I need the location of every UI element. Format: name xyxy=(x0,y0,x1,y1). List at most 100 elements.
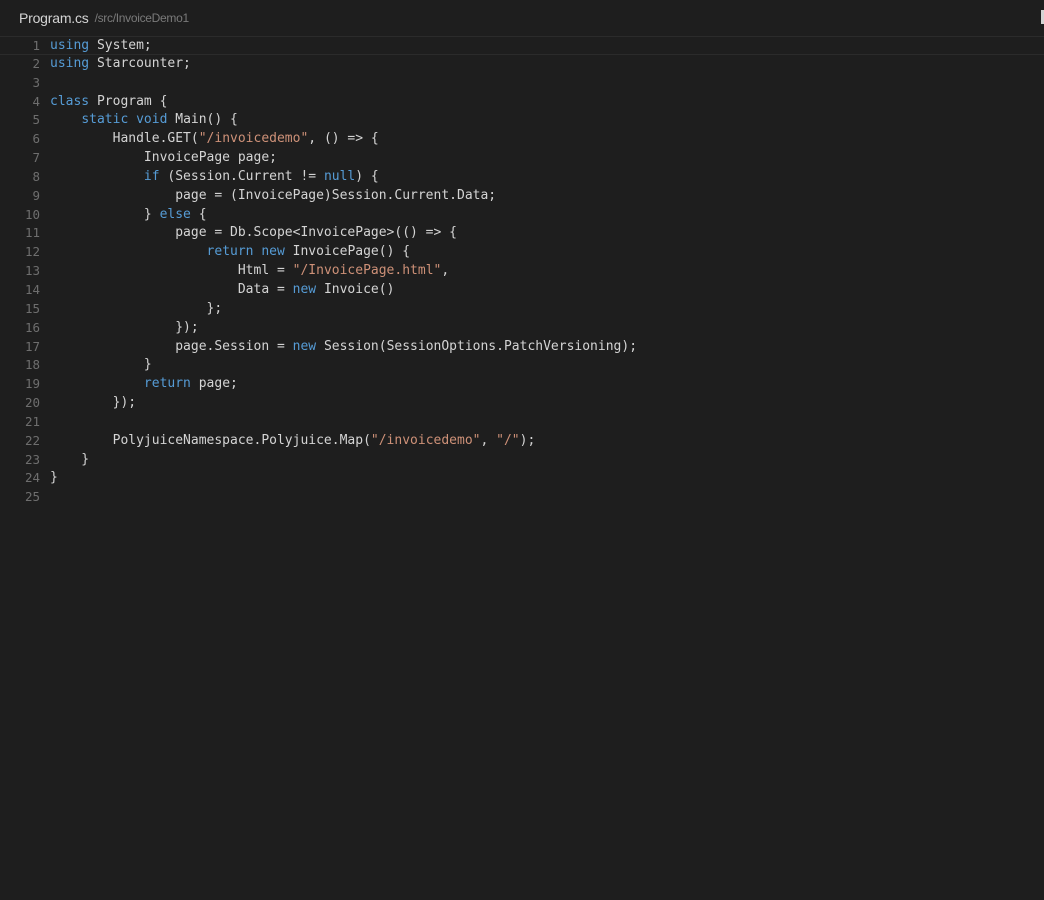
line-number: 14 xyxy=(24,281,40,297)
line-number: 9 xyxy=(32,187,40,203)
line-content: if (Session.Current != null) { xyxy=(40,168,379,187)
code-line[interactable]: 5 static void Main() { xyxy=(0,111,1044,130)
code-line[interactable]: 8 if (Session.Current != null) { xyxy=(0,168,1044,187)
line-number: 22 xyxy=(24,432,40,448)
line-number: 1 xyxy=(32,38,40,53)
keyword-token: using xyxy=(50,38,90,53)
code-line[interactable]: 3 xyxy=(0,74,1044,93)
line-content: page = (InvoicePage)Session.Current.Data… xyxy=(40,187,496,206)
code-token: page.Session = xyxy=(50,338,293,354)
code-line[interactable]: 22 PolyjuiceNamespace.Polyjuice.Map("/in… xyxy=(0,432,1044,451)
code-token: System; xyxy=(89,38,152,53)
line-number: 6 xyxy=(32,131,40,147)
line-content: Handle.GET("/invoicedemo", () => { xyxy=(40,130,379,149)
string-token: "/invoicedemo" xyxy=(370,432,481,448)
code-token: Starcounter; xyxy=(89,55,191,71)
code-token: Data = xyxy=(50,281,293,297)
code-line[interactable]: 25 xyxy=(0,488,1044,507)
code-token: }); xyxy=(50,319,199,335)
keyword-token: new xyxy=(292,338,317,354)
line-content: Data = new Invoice() xyxy=(40,281,395,300)
keyword-token: if xyxy=(143,168,160,184)
line-content: } xyxy=(40,469,58,488)
line-content: page = Db.Scope<InvoicePage>(() => { xyxy=(40,224,457,243)
code-token: } xyxy=(50,451,90,467)
line-content: }; xyxy=(40,300,223,319)
code-line[interactable]: 18 } xyxy=(0,356,1044,375)
line-number: 12 xyxy=(24,244,40,260)
code-line[interactable]: 14 Data = new Invoice() xyxy=(0,281,1044,300)
line-number: 21 xyxy=(24,413,40,429)
keyword-token: static xyxy=(81,112,129,128)
line-number: 5 xyxy=(32,112,40,128)
keyword-token: using xyxy=(50,55,90,71)
code-token: Invoice() xyxy=(316,281,395,297)
code-line[interactable]: 24} xyxy=(0,469,1044,488)
code-token: page = Db.Scope<InvoicePage>(() => { xyxy=(50,225,457,241)
code-token: , () => { xyxy=(308,131,379,147)
code-line[interactable]: 6 Handle.GET("/invoicedemo", () => { xyxy=(0,130,1044,149)
line-number: 17 xyxy=(24,338,40,354)
line-number: 16 xyxy=(24,319,40,335)
line-content: } xyxy=(40,451,89,470)
keyword-token: class xyxy=(50,93,90,109)
code-token: }); xyxy=(50,395,137,411)
code-line[interactable]: 21 xyxy=(0,413,1044,432)
line-number: 15 xyxy=(24,300,40,316)
keyword-token: return xyxy=(206,244,254,260)
line-number: 3 xyxy=(32,74,40,90)
code-token: , xyxy=(480,432,497,448)
line-number: 25 xyxy=(24,489,40,505)
line-content: page.Session = new Session(SessionOption… xyxy=(40,338,637,357)
code-token: Main() { xyxy=(167,112,238,128)
keyword-token: new xyxy=(261,244,285,260)
line-content: }); xyxy=(40,394,136,413)
line-number: 23 xyxy=(24,451,40,467)
code-line[interactable]: 17 page.Session = new Session(SessionOpt… xyxy=(0,338,1044,357)
line-number: 4 xyxy=(32,93,40,109)
code-line[interactable]: 9 page = (InvoicePage)Session.Current.Da… xyxy=(0,187,1044,206)
line-content: return page; xyxy=(40,375,238,394)
string-token: "/" xyxy=(496,432,520,448)
line-number: 18 xyxy=(24,357,40,373)
code-token: } xyxy=(50,206,160,222)
code-line[interactable]: 15 }; xyxy=(0,300,1044,319)
line-content: static void Main() { xyxy=(40,111,238,130)
code-line[interactable]: 16 }); xyxy=(0,319,1044,338)
line-content: }); xyxy=(40,319,199,338)
keyword-token: void xyxy=(136,112,168,128)
code-token: , xyxy=(441,263,450,279)
code-line[interactable]: 13 Html = "/InvoicePage.html", xyxy=(0,262,1044,281)
line-number: 24 xyxy=(24,470,40,486)
code-token: } xyxy=(50,470,58,486)
code-token: InvoicePage page; xyxy=(50,150,277,166)
code-token: PolyjuiceNamespace.Polyjuice.Map( xyxy=(50,432,371,448)
code-line[interactable]: 2 using Starcounter; xyxy=(0,55,1044,74)
code-area[interactable]: 1 using System; 2 using Starcounter; 3 4 class… xyxy=(0,36,1044,507)
code-token: Session(SessionOptions.PatchVersioning); xyxy=(316,338,638,354)
line-content: class Program { xyxy=(40,93,167,112)
code-line[interactable]: 4 class Program { xyxy=(0,93,1044,112)
code-token: Handle.GET( xyxy=(50,131,199,147)
code-token: }; xyxy=(50,300,223,316)
code-line[interactable]: 10 } else { xyxy=(0,206,1044,225)
editor-title-bar: Program.cs /src/InvoiceDemo1 xyxy=(0,0,1044,37)
code-token: Html = xyxy=(50,263,293,279)
code-line[interactable]: 1 using System; xyxy=(0,36,1044,55)
code-line[interactable]: 7 InvoicePage page; xyxy=(0,149,1044,168)
code-line[interactable]: 19 return page; xyxy=(0,375,1044,394)
code-line[interactable]: 23 } xyxy=(0,451,1044,470)
string-token: "/invoicedemo" xyxy=(198,131,309,147)
code-token: InvoicePage() { xyxy=(284,244,411,260)
code-editor[interactable]: Program.cs /src/InvoiceDemo1 1 using Syst… xyxy=(0,0,1044,900)
code-token: (Session.Current != xyxy=(159,168,324,184)
code-line[interactable]: 20 }); xyxy=(0,394,1044,413)
line-number: 19 xyxy=(24,376,40,392)
code-token: Program { xyxy=(89,93,168,109)
code-line[interactable]: 12 return new InvoicePage() { xyxy=(0,243,1044,262)
line-content: } else { xyxy=(40,206,207,225)
code-line[interactable]: 11 page = Db.Scope<InvoicePage>(() => { xyxy=(0,224,1044,243)
file-name[interactable]: Program.cs xyxy=(19,10,89,26)
